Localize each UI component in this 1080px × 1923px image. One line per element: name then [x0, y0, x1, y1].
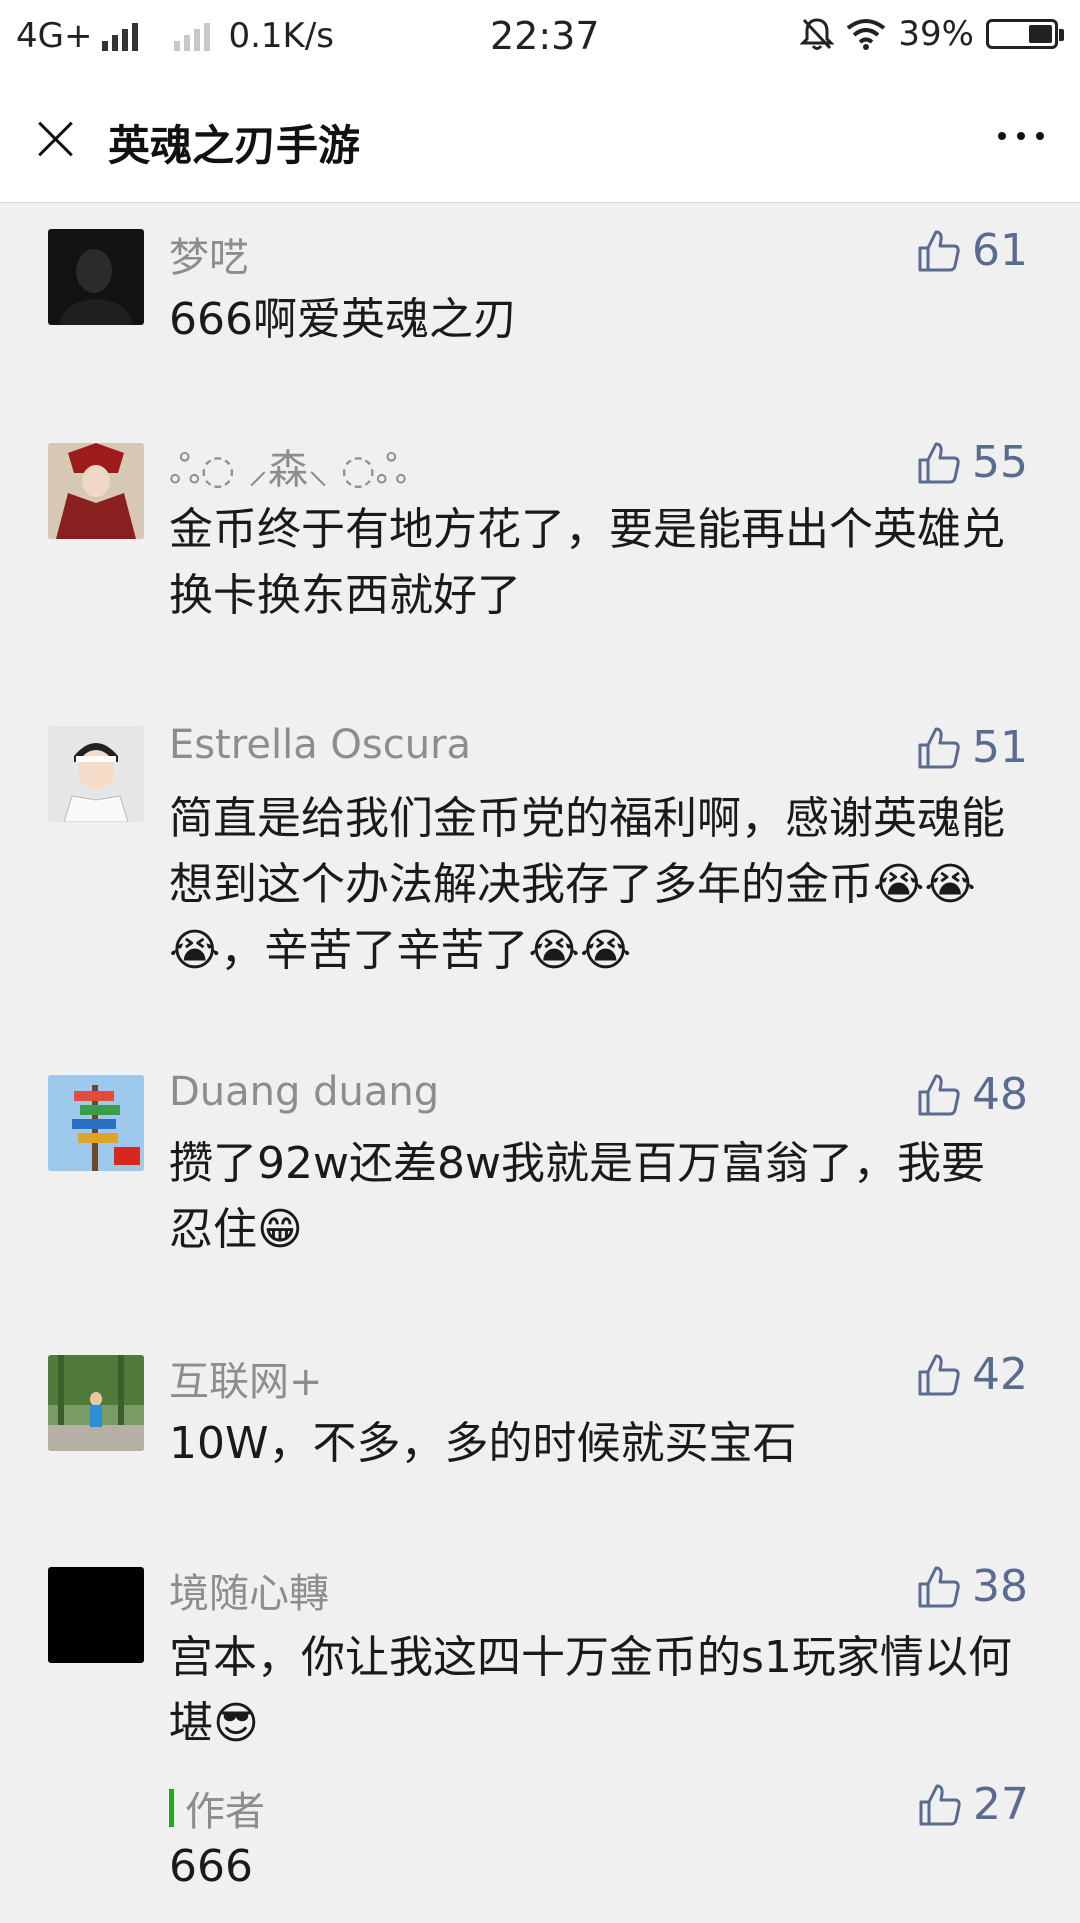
comment-text: 金币终于有地方花了，要是能再出个英雄兑换卡换东西就好了 [169, 504, 1005, 621]
thumbs-up-icon [918, 1566, 960, 1607]
mute-bell-icon [800, 18, 835, 50]
thumbs-up-icon [918, 442, 960, 483]
comment-author[interactable]: Estrella Oscura [169, 722, 471, 768]
avatar[interactable] [48, 443, 144, 539]
status-bar: 4G+ 0.1K/s 22:37 39% [0, 0, 1080, 76]
status-left: 4G+ 0.1K/s [16, 16, 334, 56]
clock: 22:37 [490, 14, 600, 58]
status-right: 39% [800, 14, 1064, 54]
network-speed: 0.1K/s [228, 16, 335, 56]
signal-2-icon [174, 21, 211, 51]
like-count: 38 [972, 1561, 1028, 1612]
battery-fill [1029, 25, 1052, 43]
wifi-icon [847, 19, 886, 50]
comment-author[interactable]: ஃ◌ ⸝森⸜ ◌ஃ [169, 437, 407, 498]
like-button[interactable]: 51 [916, 722, 1028, 773]
battery-icon [986, 19, 1064, 49]
comment-author[interactable]: 梦呓 [169, 225, 249, 283]
like-button[interactable]: 55 [916, 437, 1028, 488]
author-reply-bar [169, 1789, 174, 1827]
like-button[interactable]: 38 [916, 1561, 1028, 1612]
avatar[interactable] [48, 1567, 144, 1663]
like-count: 61 [972, 225, 1028, 276]
thumbs-up-icon [919, 1784, 961, 1825]
like-count: 27 [973, 1779, 1029, 1830]
like-button[interactable]: 27 [917, 1779, 1029, 1830]
author-reply-text: 666 [169, 1841, 253, 1892]
avatar[interactable] [48, 1075, 144, 1171]
comment-text: 10W，不多，多的时候就买宝石 [169, 1418, 797, 1469]
thumbs-up-icon [918, 230, 960, 271]
comment-text: 攒了92w还差8w我就是百万富翁了，我要忍住😁 [169, 1138, 985, 1255]
comment-author[interactable]: 互联网+ [169, 1349, 323, 1407]
like-count: 55 [972, 437, 1028, 488]
author-label: 作者 [185, 1789, 265, 1835]
avatar[interactable] [48, 726, 144, 822]
more-dots-icon[interactable] [998, 132, 1044, 140]
comment-text: 666啊爱英魂之刃 [169, 294, 517, 345]
top-bar: 英魂之刃手游 [0, 76, 1080, 203]
like-count: 51 [972, 722, 1028, 773]
like-count: 42 [972, 1349, 1028, 1400]
avatar[interactable] [48, 1355, 144, 1451]
network-type: 4G+ [16, 16, 93, 56]
like-count: 48 [972, 1069, 1028, 1120]
like-button[interactable]: 42 [916, 1349, 1028, 1400]
signal-icon [102, 21, 139, 51]
author-reply: 作者 666 27 [169, 1779, 1029, 1923]
like-button[interactable]: 61 [916, 225, 1028, 276]
thumbs-up-icon [918, 1074, 960, 1115]
like-button[interactable]: 48 [916, 1069, 1028, 1120]
comment-text: 宫本，你让我这四十万金币的s1玩家情以何堪😎 [169, 1632, 1012, 1749]
thumbs-up-icon [918, 727, 960, 768]
comment-text: 简直是给我们金币党的福利啊，感谢英魂能想到这个办法解决我存了多年的金币😭😭😭，辛… [169, 793, 1005, 976]
thumbs-up-icon [918, 1354, 960, 1395]
comment-author[interactable]: 境随心轉 [169, 1561, 329, 1619]
comment-author[interactable]: Duang duang [169, 1069, 439, 1115]
battery-percent: 39% [898, 14, 974, 54]
close-icon[interactable] [30, 114, 80, 164]
avatar[interactable] [48, 229, 144, 325]
page-title: 英魂之刃手游 [108, 121, 361, 170]
